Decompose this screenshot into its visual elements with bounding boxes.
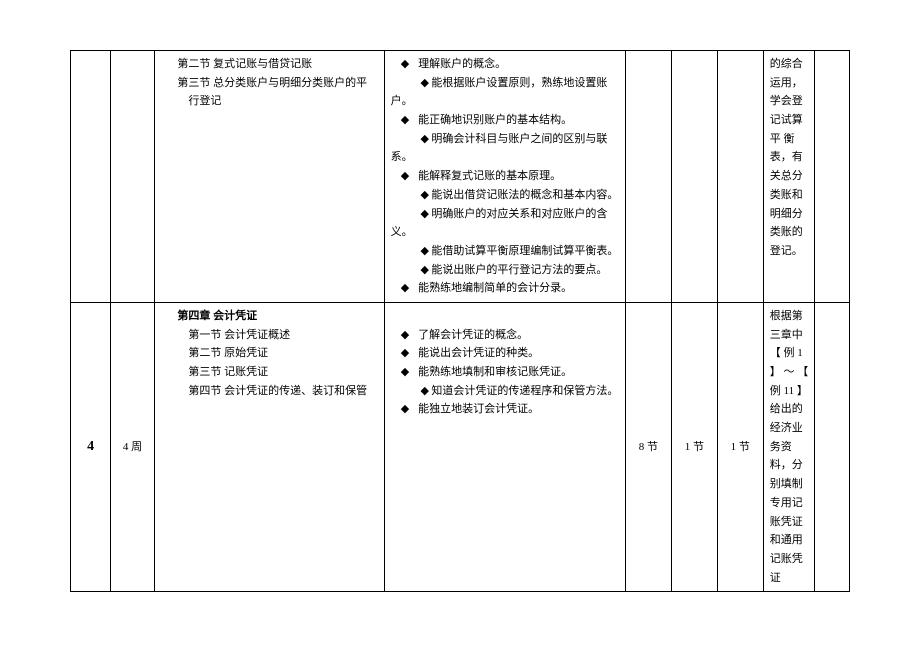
- week-cell: [111, 51, 155, 303]
- objectives-cell: ◆了解会计凭证的概念。◆能说出会计凭证的种类。◆能熟练地填制和审核记账凭证。◆知…: [384, 302, 625, 591]
- content-cell: 第四章 会计凭证第一节 会计凭证概述第二节 原始凭证第三节 记账凭证第四节 会计…: [154, 302, 384, 591]
- empty-cell: [815, 51, 850, 303]
- row-number: [71, 51, 111, 303]
- objectives-cell: ◆理解账户的概念。◆能根据账户设置原则，熟练地设置账户。◆能正确地识别账户的基本…: [384, 51, 625, 303]
- note-cell: 的综合运用，学会登记试算 平 衡表，有关总分类账和明细分类账的登记。: [763, 51, 815, 303]
- content-cell: 第二节 复式记账与借贷记账第三节 总分类账户与明细分类账户的平行登记: [154, 51, 384, 303]
- hours-3: [717, 51, 763, 303]
- note-cell: 根据第三章中 【 例 1 】 ～ 【 例 11 】 给出的经济业务资料，分别填制…: [763, 302, 815, 591]
- row-number: 4: [71, 302, 111, 591]
- empty-cell: [815, 302, 850, 591]
- hours-2: 1 节: [671, 302, 717, 591]
- syllabus-table: 第二节 复式记账与借贷记账第三节 总分类账户与明细分类账户的平行登记◆理解账户的…: [70, 50, 850, 592]
- hours-1: [625, 51, 671, 303]
- hours-2: [671, 51, 717, 303]
- week-cell: 4 周: [111, 302, 155, 591]
- hours-1: 8 节: [625, 302, 671, 591]
- hours-3: 1 节: [717, 302, 763, 591]
